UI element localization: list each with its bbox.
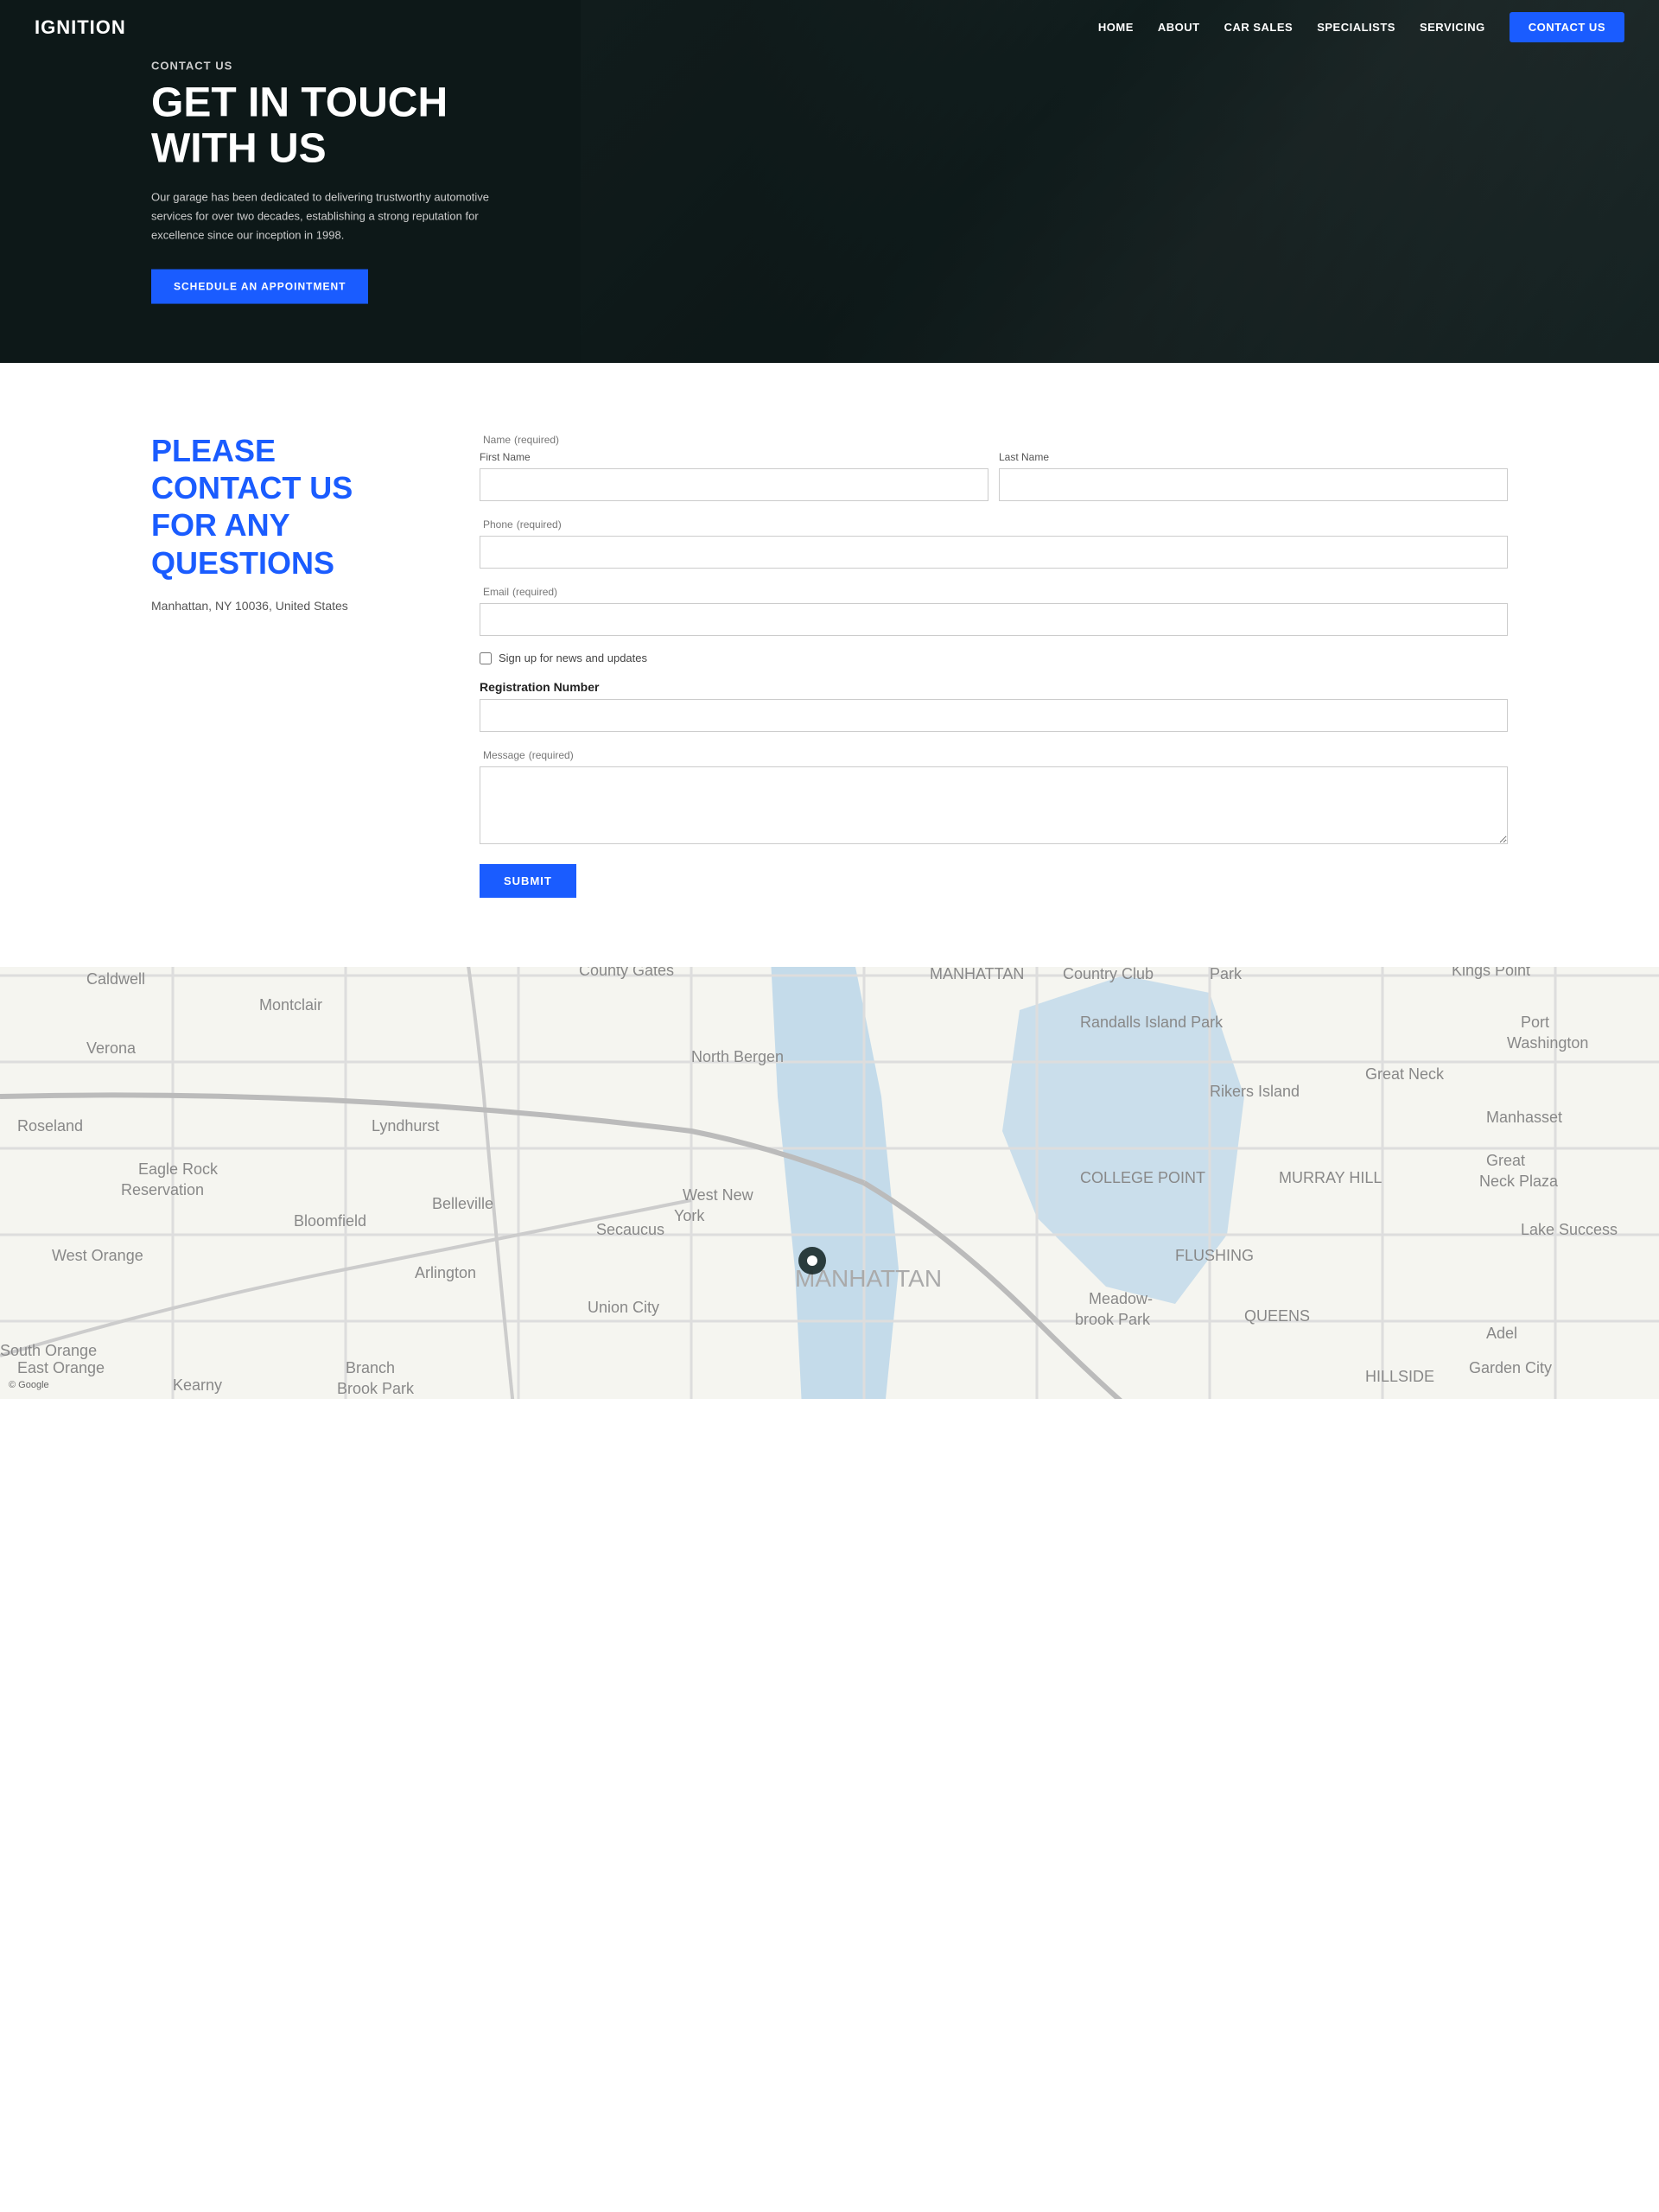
registration-group: Registration Number [480,680,1508,732]
name-label: Name(required) [480,432,1508,446]
svg-text:MANHATTAN: MANHATTAN [930,967,1024,982]
svg-text:Adel: Adel [1486,1325,1517,1342]
svg-text:Arlington: Arlington [415,1264,476,1281]
newsletter-label[interactable]: Sign up for news and updates [499,652,647,664]
nav-servicing[interactable]: SERVICING [1420,21,1485,34]
last-name-input[interactable] [999,468,1508,501]
svg-text:Port: Port [1521,1014,1549,1031]
submit-button[interactable]: SUBMIT [480,864,576,898]
contact-form-element: Name(required) First Name Last Name Ph [480,432,1508,898]
svg-text:County Gates: County Gates [579,967,674,979]
contact-section: PLEASE CONTACT US FOR ANY QUESTIONS Manh… [0,363,1659,967]
registration-input[interactable] [480,699,1508,732]
phone-label: Phone(required) [480,517,1508,531]
phone-input[interactable] [480,536,1508,569]
svg-text:Lake Success: Lake Success [1521,1221,1618,1238]
svg-text:Bloomfield: Bloomfield [294,1212,366,1230]
message-textarea[interactable] [480,766,1508,844]
map-svg: North Caldwell Little Falls West Caldwel… [0,967,1659,1399]
nav-home[interactable]: HOME [1098,21,1134,34]
svg-text:FLUSHING: FLUSHING [1175,1247,1254,1264]
navigation: IGNITION HOME ABOUT CAR SALES SPECIALIST… [0,0,1659,55]
svg-text:brook Park: brook Park [1075,1311,1151,1328]
svg-text:Verona: Verona [86,1039,137,1057]
nav-links: HOME ABOUT CAR SALES SPECIALISTS SERVICI… [1098,20,1624,35]
message-label: Message(required) [480,747,1508,761]
contact-heading: PLEASE CONTACT US FOR ANY QUESTIONS [151,432,410,582]
svg-text:Brook Park: Brook Park [337,1380,415,1397]
svg-text:Neck Plaza: Neck Plaza [1479,1173,1559,1190]
contact-form: Name(required) First Name Last Name Ph [480,432,1508,898]
first-name-group: First Name [480,451,988,501]
svg-text:Lyndhurst: Lyndhurst [372,1117,439,1135]
svg-text:Secaucus: Secaucus [596,1221,664,1238]
hero-content: CONTACT US GET IN TOUCH WITH US Our gara… [151,60,497,304]
svg-text:Caldwell: Caldwell [86,970,145,988]
newsletter-checkbox[interactable] [480,652,492,664]
svg-text:Great Neck: Great Neck [1365,1065,1445,1083]
svg-text:North Bergen: North Bergen [691,1048,784,1065]
svg-text:Country Club: Country Club [1063,967,1154,982]
newsletter-row: Sign up for news and updates [480,652,1508,664]
hero-label: CONTACT US [151,60,497,73]
schedule-appointment-button[interactable]: SCHEDULE AN APPOINTMENT [151,269,368,303]
registration-label: Registration Number [480,680,1508,694]
contact-info: PLEASE CONTACT US FOR ANY QUESTIONS Manh… [151,432,410,613]
svg-text:South Orange: South Orange [0,1342,97,1359]
email-input[interactable] [480,603,1508,636]
svg-text:Montclair: Montclair [259,996,322,1014]
svg-text:Reservation: Reservation [121,1181,204,1198]
svg-text:COLLEGE POINT: COLLEGE POINT [1080,1169,1205,1186]
map-section: North Caldwell Little Falls West Caldwel… [0,967,1659,1399]
email-label: Email(required) [480,584,1508,598]
name-row: First Name Last Name [480,451,1508,501]
svg-text:West New: West New [683,1186,754,1204]
svg-text:Rikers Island: Rikers Island [1210,1083,1300,1100]
svg-text:Kings Point: Kings Point [1452,967,1530,979]
map-attribution: © Google [9,1380,49,1390]
svg-text:East Orange: East Orange [17,1359,105,1376]
svg-text:QUEENS: QUEENS [1244,1307,1310,1325]
phone-group: Phone(required) [480,517,1508,569]
nav-about[interactable]: ABOUT [1158,21,1200,34]
svg-text:Branch: Branch [346,1359,395,1376]
last-name-group: Last Name [999,451,1508,501]
svg-text:West Orange: West Orange [52,1247,143,1264]
svg-text:HILLSIDE: HILLSIDE [1365,1368,1434,1385]
svg-text:Great: Great [1486,1152,1525,1169]
name-field-group: Name(required) First Name Last Name [480,432,1508,501]
logo[interactable]: IGNITION [35,16,126,39]
svg-text:MURRAY HILL: MURRAY HILL [1279,1169,1382,1186]
svg-text:Meadow-: Meadow- [1089,1290,1153,1307]
first-name-label: First Name [480,451,988,463]
map-background: North Caldwell Little Falls West Caldwel… [0,967,1659,1399]
svg-text:Manhasset: Manhasset [1486,1109,1562,1126]
svg-text:Garden City: Garden City [1469,1359,1552,1376]
nav-specialists[interactable]: SPECIALISTS [1317,21,1395,34]
svg-text:Park: Park [1210,967,1243,982]
email-group: Email(required) [480,584,1508,636]
svg-text:Eagle Rock: Eagle Rock [138,1160,219,1178]
last-name-label: Last Name [999,451,1508,463]
first-name-input[interactable] [480,468,988,501]
svg-text:Washington: Washington [1507,1034,1588,1052]
hero-title: GET IN TOUCH WITH US [151,81,497,173]
hero-description: Our garage has been dedicated to deliver… [151,188,497,245]
svg-text:Roseland: Roseland [17,1117,83,1135]
svg-text:Belleville: Belleville [432,1195,493,1212]
nav-contact-button[interactable]: CONTACT US [1510,12,1624,42]
svg-text:Randalls Island Park: Randalls Island Park [1080,1014,1224,1031]
contact-address: Manhattan, NY 10036, United States [151,599,410,613]
nav-car-sales[interactable]: CAR SALES [1224,21,1294,34]
message-group: Message(required) [480,747,1508,849]
svg-text:York: York [674,1207,705,1224]
svg-text:Union City: Union City [588,1299,659,1316]
svg-text:Kearny: Kearny [173,1376,222,1394]
